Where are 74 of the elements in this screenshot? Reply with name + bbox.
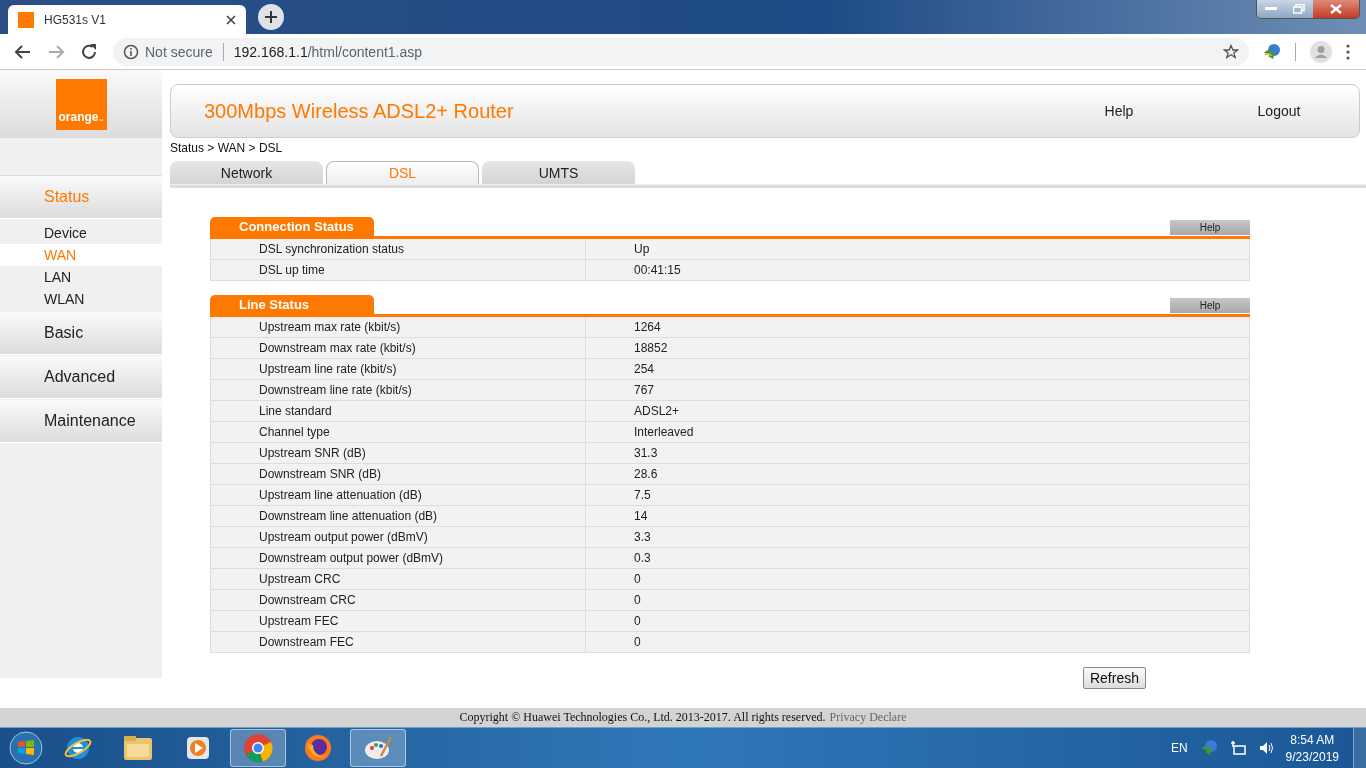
- table-cell: Upstream line attenuation (dB): [211, 485, 586, 505]
- table-cell: Downstream max rate (kbit/s): [211, 338, 586, 358]
- table-cell-text: 28.6: [633, 466, 658, 483]
- table-cell-text: Interleaved: [633, 424, 694, 441]
- clock[interactable]: 8:54 AM 9/23/2019: [1285, 732, 1339, 764]
- table-cell: Upstream CRC: [211, 569, 586, 589]
- table-cell: Downstream SNR (dB): [211, 464, 586, 484]
- section-title: Line Status: [210, 295, 374, 314]
- table-cell-text: 254: [633, 361, 655, 378]
- table-cell-text: 3.3: [633, 529, 651, 546]
- close-icon[interactable]: [226, 14, 236, 25]
- table-cell-text: 767: [633, 382, 655, 399]
- star-icon[interactable]: [1223, 43, 1239, 60]
- copyright-text: Copyright © Huawei Technologies Co., Ltd. 2013-2017. All rights reserved.: [459, 710, 826, 725]
- table-cell: Upstream FEC: [211, 611, 586, 631]
- router-title: 300Mbps Wireless ADSL2+ Router: [204, 99, 515, 123]
- header-link[interactable]: Logout: [1199, 103, 1359, 119]
- globe-arrow-icon[interactable]: [1263, 42, 1281, 61]
- favicon-square-icon: [18, 11, 34, 28]
- table-cell: Downstream output power (dBmV): [211, 548, 586, 568]
- table-cell: Downstream CRC: [211, 590, 586, 610]
- table-cell: Upstream output power (dBmV): [211, 527, 586, 547]
- table-cell-text: 0: [633, 634, 641, 651]
- section-title: Connection Status: [210, 217, 374, 236]
- table-cell: Upstream SNR (dB): [211, 443, 586, 463]
- sidebar-subitem[interactable]: LAN: [0, 266, 162, 288]
- table-cell: DSL synchronization status: [211, 239, 586, 259]
- table-cell-text: 00:41:15: [633, 262, 681, 279]
- help-button[interactable]: Help: [1170, 220, 1250, 235]
- table-cell: Downstream FEC: [211, 632, 586, 652]
- table-cell-text: 0: [633, 571, 641, 588]
- address-bar[interactable]: Not secure 192.168.1.1/html/content1.asp: [113, 37, 1249, 66]
- table-cell: Downstream line rate (kbit/s): [211, 380, 586, 400]
- help-button[interactable]: Help: [1170, 298, 1250, 313]
- table-cell: DSL up time: [211, 260, 586, 280]
- table-cell: Upstream max rate (kbit/s): [211, 317, 586, 337]
- page-tab[interactable]: Network: [170, 161, 323, 184]
- start-button[interactable]: [6, 729, 46, 767]
- sidebar-subitem[interactable]: Device: [0, 222, 162, 244]
- profile-icon[interactable]: [1310, 40, 1332, 63]
- sidebar-menu-item[interactable]: Basic: [0, 312, 162, 355]
- close-button[interactable]: [1313, 0, 1359, 18]
- reload-icon[interactable]: [79, 41, 99, 62]
- language-indicator[interactable]: EN: [1170, 741, 1188, 755]
- page-tab[interactable]: UMTS: [482, 161, 635, 184]
- table-cell-text: 1264: [633, 319, 661, 336]
- table-cell-text: ADSL2+: [633, 403, 680, 420]
- table-cell-text: 18852: [633, 340, 668, 357]
- header-link[interactable]: Help: [1039, 103, 1199, 119]
- table-cell-text: 14: [633, 508, 648, 525]
- table-cell: Line standard: [211, 401, 586, 421]
- table-cell: Channel type: [211, 422, 586, 442]
- table-cell-text: 0: [633, 592, 641, 609]
- table-cell-text: 0: [633, 613, 641, 630]
- sidebar-menu-item[interactable]: Advanced: [0, 356, 162, 399]
- taskbar-paint-icon[interactable]: [350, 729, 406, 767]
- info-icon[interactable]: [123, 43, 139, 60]
- sidebar-menu-item[interactable]: Maintenance: [0, 400, 162, 443]
- table-cell-text: 31.3: [633, 445, 658, 462]
- privacy-link[interactable]: Privacy Declare: [829, 710, 907, 725]
- taskbar-chrome-icon[interactable]: [230, 729, 286, 767]
- table-cell-text: 0.3: [633, 550, 651, 567]
- table-cell: Upstream line rate (kbit/s): [211, 359, 586, 379]
- table-cell-text: Up: [633, 241, 650, 258]
- sidebar-subitem[interactable]: WLAN: [0, 288, 162, 310]
- menu-icon[interactable]: [1346, 43, 1350, 60]
- network-icon[interactable]: [1229, 740, 1246, 756]
- table-cell-text: 7.5: [633, 487, 651, 504]
- plus-icon[interactable]: [264, 10, 278, 24]
- table-cell: Downstream line attenuation (dB): [211, 506, 586, 526]
- refresh-button[interactable]: Refresh: [1082, 667, 1146, 689]
- new-tab-button[interactable]: [258, 4, 284, 30]
- breadcrumb: Status > WAN > DSL: [170, 141, 284, 156]
- speaker-icon[interactable]: [1257, 740, 1274, 756]
